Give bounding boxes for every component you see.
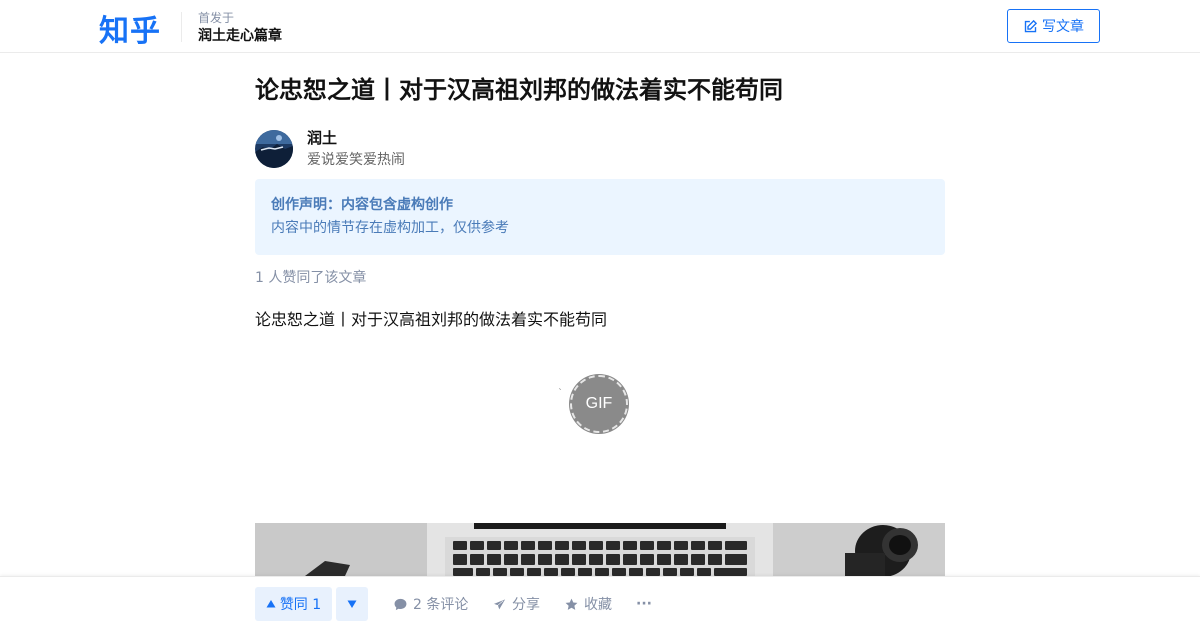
notice-title: 创作声明：内容包含虚构创作 bbox=[271, 197, 453, 213]
share-label: 分享 bbox=[512, 597, 540, 613]
top-bar: 知乎 首发于 润土走心篇章 写文章 bbox=[0, 0, 1200, 53]
comment-icon bbox=[394, 598, 407, 610]
voters-count[interactable]: 1 人赞同了该文章 bbox=[255, 267, 366, 287]
zhihu-logo[interactable]: 知乎 bbox=[99, 6, 161, 50]
article-title: 论忠恕之道丨对于汉高祖刘邦的做法着实不能苟同 bbox=[255, 76, 783, 104]
notice-description: 内容中的情节存在虚构加工，仅供参考 bbox=[271, 220, 509, 236]
creation-notice: 创作声明：内容包含虚构创作 内容中的情节存在虚构加工，仅供参考 bbox=[255, 179, 945, 255]
triangle-down-icon bbox=[347, 600, 357, 608]
article-image[interactable] bbox=[255, 523, 945, 576]
published-prefix: 首发于 bbox=[198, 11, 235, 25]
share-button[interactable]: 分享 bbox=[492, 587, 540, 621]
upvote-button[interactable]: 赞同 1 bbox=[255, 587, 332, 621]
downvote-button[interactable] bbox=[336, 587, 368, 621]
upvote-label: 赞同 1 bbox=[279, 597, 322, 613]
paper-plane-icon bbox=[492, 597, 507, 611]
edit-icon bbox=[1024, 19, 1038, 32]
write-article-label: 写文章 bbox=[1042, 19, 1084, 35]
gif-play-icon[interactable]: GIF bbox=[570, 375, 628, 433]
gif-loading-mark: ` bbox=[558, 388, 563, 399]
gif-player[interactable]: GIF bbox=[570, 375, 630, 433]
comments-button[interactable]: 2 条评论 bbox=[393, 587, 468, 621]
author-bio: 爱说爱笑爱热闹 bbox=[307, 152, 405, 168]
triangle-up-icon bbox=[266, 600, 276, 608]
column-name-link[interactable]: 润土走心篇章 bbox=[198, 25, 282, 45]
more-options-button[interactable]: ··· bbox=[636, 587, 652, 621]
star-icon bbox=[565, 598, 578, 610]
header-divider bbox=[181, 12, 182, 42]
author-name[interactable]: 润土 bbox=[307, 127, 337, 148]
comments-label: 2 条评论 bbox=[413, 597, 469, 613]
author-avatar[interactable] bbox=[255, 130, 293, 168]
favorite-label: 收藏 bbox=[584, 597, 612, 613]
write-article-button[interactable]: 写文章 bbox=[1007, 9, 1100, 43]
action-bar: 赞同 1 2 条评论 分享 收藏 ··· bbox=[0, 576, 1200, 630]
article-paragraph: 论忠恕之道丨对于汉高祖刘邦的做法着实不能苟同 bbox=[255, 310, 608, 329]
favorite-button[interactable]: 收藏 bbox=[564, 587, 612, 621]
